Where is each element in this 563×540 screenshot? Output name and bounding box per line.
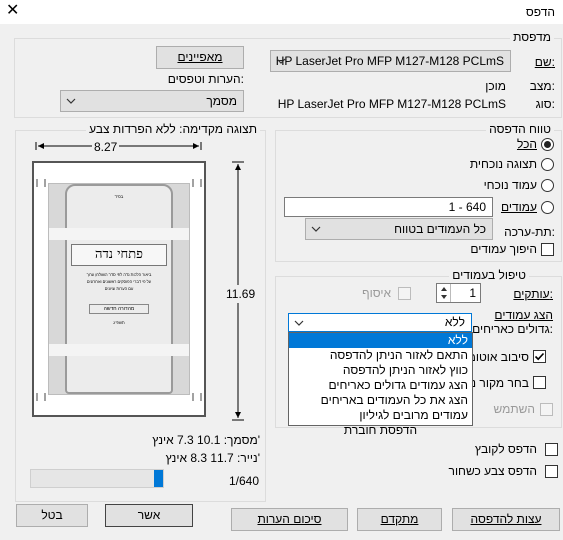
copies-input-value: 1 — [469, 286, 476, 300]
comments-select[interactable]: מסמך — [60, 90, 244, 112]
print-to-file-label: הדפס לקובץ — [474, 442, 537, 456]
check-icon — [534, 352, 545, 361]
reverse-pages-checkbox[interactable] — [541, 243, 554, 256]
reverse-pages-label: היפוך עמודים — [470, 242, 537, 256]
dropdown-item[interactable]: הצג עמודים גדולים כאריחים — [289, 378, 472, 393]
dropdown-item[interactable]: כווץ לאזור הניתן להדפסה — [289, 363, 472, 378]
scaling-dropdown-list: ללא התאם לאזור הניתן להדפסה כווץ לאזור ה… — [288, 332, 473, 437]
doc-edition: מהדורה חדשה — [89, 304, 149, 314]
auto-rotate-checkbox[interactable] — [533, 350, 546, 363]
radio-all-label: הכל — [516, 137, 537, 151]
title-bar — [0, 0, 563, 24]
spinner-arrows-icon — [441, 287, 447, 299]
radio-current-page-label: עמוד נוכחי — [483, 178, 537, 192]
chevron-down-icon — [294, 320, 304, 326]
paper-source-checkbox[interactable] — [533, 376, 546, 389]
dropdown-item[interactable]: עמודים מרובים לגיליון — [289, 408, 472, 423]
radio-all[interactable] — [541, 138, 554, 151]
chevron-down-icon — [311, 226, 321, 232]
copies-input[interactable]: 1 — [436, 283, 481, 303]
subset-select[interactable]: כל העמודים בטווח — [305, 218, 493, 240]
paper-source-label: בחר מקור ני — [468, 376, 529, 390]
radio-current-view-label: תצוגה נוכחית — [469, 157, 537, 171]
properties-button[interactable]: מאפיינים — [156, 46, 244, 69]
status-label: מצב: — [529, 79, 555, 93]
cancel-button[interactable]: בטל — [16, 504, 88, 527]
paper-size-label: נייר: 11.7 8.3 אינץ' — [165, 451, 260, 465]
print-range-legend: טווח הדפסה — [486, 122, 554, 136]
copies-spinner[interactable] — [437, 284, 451, 302]
page-counter: 1/640 — [229, 474, 260, 488]
copies-label: עותקים: — [513, 287, 553, 301]
dropdown-item[interactable]: הצג את כל העמודים באריחים — [289, 393, 472, 408]
use-pdf-checkbox[interactable] — [540, 403, 553, 416]
status-value: מוכן — [485, 79, 506, 93]
printer-name-label: שם: — [534, 55, 555, 69]
print-to-file-checkbox[interactable] — [545, 443, 558, 456]
scaling-label-line2: גדולים כאריחים: — [472, 322, 553, 336]
dropdown-item[interactable]: התאם לאזור הניתן להדפסה — [289, 348, 472, 363]
pages-input[interactable]: 1 - 640 — [284, 197, 493, 217]
printer-select-value: HP LaserJet Pro MFP M127-M128 PCLmS — [275, 54, 504, 68]
type-label: סוג: — [535, 97, 555, 111]
document-size-label: מסמך: 10.1 7.3 אינץ' — [152, 433, 260, 447]
pages-input-value: 1 - 640 — [448, 200, 486, 214]
doc-title: פתחי נדה — [71, 244, 167, 266]
scaling-label-line1: הצג עמודים — [494, 308, 553, 322]
chevron-down-icon — [66, 98, 76, 104]
subset-label: תת-ערכה: — [504, 225, 555, 239]
radio-current-page[interactable] — [541, 179, 554, 192]
page-scrollbar[interactable] — [30, 469, 164, 488]
scaling-select[interactable]: ללא — [288, 313, 472, 332]
type-value: HP LaserJet Pro MFP M127-M128 PCLmS — [277, 97, 506, 111]
use-pdf-label: השתמש — [493, 402, 535, 416]
print-bw-checkbox[interactable] — [545, 465, 558, 478]
cover-band-bottom — [49, 344, 189, 356]
collate-label: איסוף — [362, 286, 391, 300]
printer-select[interactable]: HP LaserJet Pro MFP M127-M128 PCLmS — [270, 50, 511, 72]
window-title: הדפס — [525, 5, 555, 19]
page-handling-legend: טיפול בעמודים — [449, 268, 529, 282]
print-bw-label: הדפס צבע כשחור — [448, 464, 537, 478]
doc-line-1: ביאור הלכות נדה לפי סדר השולחן ערוך — [86, 272, 152, 277]
advanced-button[interactable]: מתקדם — [357, 508, 442, 531]
page-preview: בס"ד פתחי נדה ביאור הלכות נדה לפי סדר הש… — [32, 161, 206, 417]
chevron-down-icon — [276, 58, 286, 64]
doc-line-3: עם הערות וציונים — [104, 286, 134, 291]
radio-pages[interactable] — [541, 201, 554, 214]
ok-button[interactable]: אשר — [105, 504, 193, 527]
auto-rotate-label: סיבוב אוטומ — [467, 350, 529, 364]
summarize-comments-button[interactable]: סיכום הערות — [231, 508, 348, 531]
preview-width-label: 8.27 — [92, 140, 120, 154]
printer-legend: מדפסת — [510, 30, 554, 44]
cover-band-top — [49, 228, 189, 240]
close-icon[interactable]: ✕ — [6, 2, 19, 20]
subset-select-value: כל העמודים בטווח — [394, 222, 486, 236]
doc-year: תשפ"ג — [113, 320, 125, 325]
doc-small-top: בס"ד — [114, 194, 124, 199]
print-tips-button[interactable]: עצות להדפסה — [452, 508, 560, 531]
dropdown-item[interactable]: ללא — [289, 333, 472, 348]
radio-pages-label: עמודים — [500, 200, 537, 214]
radio-current-view[interactable] — [541, 158, 554, 171]
doc-line-2: על פי דברי הפוסקים ראשונים ואחרונים — [86, 279, 152, 284]
dropdown-item[interactable]: הדפסת חוברת — [289, 423, 472, 438]
document-cover: בס"ד פתחי נדה ביאור הלכות נדה לפי סדר הש… — [48, 183, 190, 395]
preview-height-label: 11.69 — [226, 285, 256, 303]
comments-select-value: מסמך — [206, 94, 237, 108]
comments-label: הערות וטפסים: — [167, 72, 244, 86]
page-scrollbar-thumb[interactable] — [154, 470, 163, 487]
preview-legend: תצוגה מקדימה: ללא הפרדות צבע — [86, 122, 260, 136]
collate-checkbox[interactable] — [398, 287, 411, 300]
scaling-select-value: ללא — [444, 315, 465, 329]
